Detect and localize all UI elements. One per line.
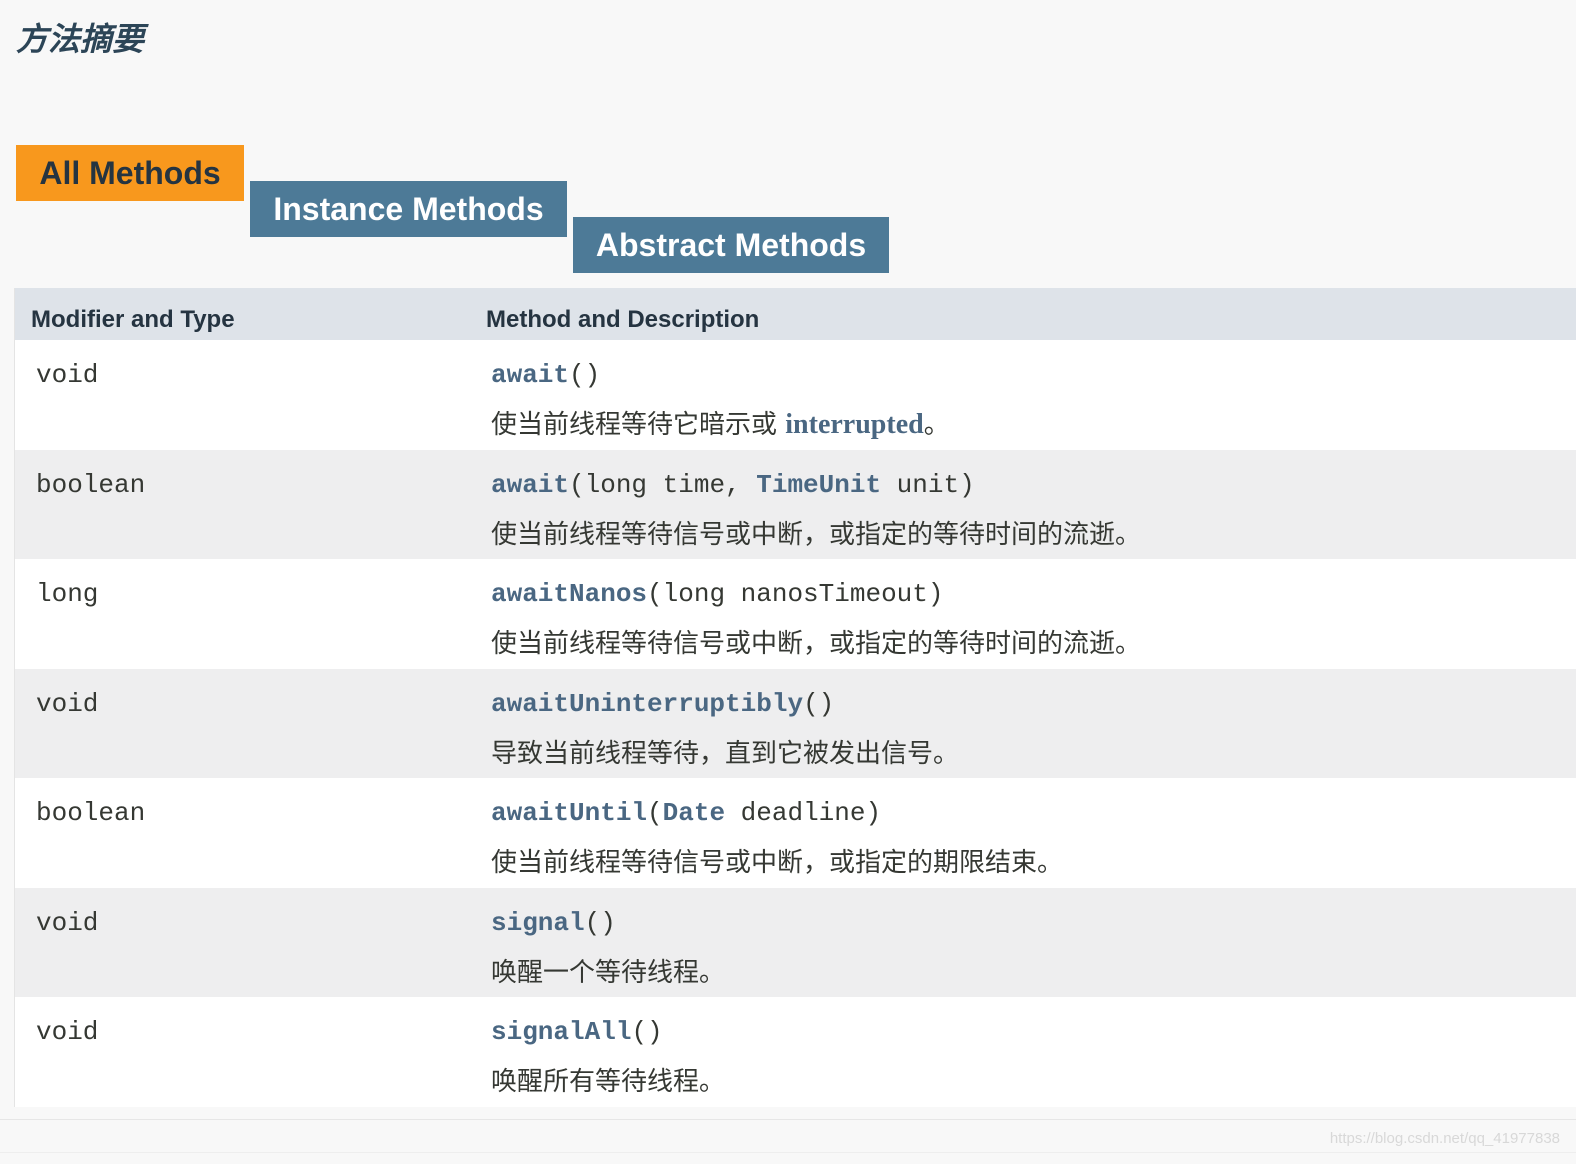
method-description: 使当前线程等待信号或中断，或指定的期限结束。 bbox=[491, 842, 1063, 879]
modifier-type-cell: boolean bbox=[36, 798, 146, 828]
modifier-type-cell: void bbox=[36, 360, 99, 390]
method-description: 导致当前线程等待，直到它被发出信号。 bbox=[491, 733, 959, 770]
watermark: https://blog.csdn.net/qq_41977838 bbox=[1329, 1130, 1560, 1147]
description-text-end: 。 bbox=[923, 410, 950, 440]
method-description: 使当前线程等待信号或中断，或指定的等待时间的流逝。 bbox=[491, 623, 1141, 660]
table-row: long awaitNanos(long nanosTimeout) 使当前线程等待… bbox=[15, 559, 1576, 669]
method-params: () bbox=[803, 688, 835, 719]
param-type-link[interactable]: TimeUnit bbox=[756, 470, 881, 500]
method-link[interactable]: awaitUninterruptibly bbox=[491, 689, 803, 719]
description-text: 导致当前线程等待，直到它被发出信号。 bbox=[491, 738, 960, 769]
modifier-type-cell: long bbox=[36, 579, 99, 609]
column-header-method-description: Method and Description bbox=[486, 306, 760, 333]
method-signature: signal() bbox=[491, 908, 725, 944]
tab-abstract-methods[interactable]: Abstract Methods bbox=[573, 217, 889, 273]
modifier-type-cell: boolean bbox=[36, 469, 146, 500]
method-params-rest: unit) bbox=[881, 469, 975, 500]
table-row: boolean await(long time, TimeUnit unit) 使当… bbox=[15, 449, 1576, 560]
table-row: void signal() 唤醒一个等待线程。 bbox=[15, 887, 1576, 998]
method-description: 唤醒所有等待线程。 bbox=[491, 1061, 725, 1098]
method-link[interactable]: await bbox=[491, 470, 569, 500]
method-params: (long nanosTimeout) bbox=[647, 579, 944, 609]
method-params: ( bbox=[647, 798, 663, 828]
method-description-cell: awaitUninterruptibly() 导致当前线程等待，直到它被发出信号。 bbox=[471, 669, 959, 779]
method-params: () bbox=[631, 1017, 663, 1047]
method-link[interactable]: signalAll bbox=[491, 1017, 631, 1047]
modifier-type-cell: void bbox=[36, 688, 99, 719]
method-description: 唤醒一个等待线程。 bbox=[491, 952, 725, 989]
table-header: Modifier and Type Method and Description bbox=[15, 288, 1576, 340]
table-body: void await() 使当前线程等待它暗示或 interrupted。 boole… bbox=[15, 340, 1576, 1107]
description-text: 使当前线程等待信号或中断，或指定的等待时间的流逝。 bbox=[491, 519, 1142, 550]
footer-divider-bottom bbox=[0, 1152, 1576, 1153]
method-params: (long time, bbox=[569, 469, 757, 500]
modifier-type-cell: void bbox=[36, 907, 99, 938]
method-link[interactable]: await bbox=[491, 360, 569, 390]
table-row: boolean awaitUntil(Date deadline) 使当前线程等待信… bbox=[15, 778, 1576, 888]
footer-divider bbox=[0, 1119, 1576, 1120]
method-description-cell: awaitNanos(long nanosTimeout) 使当前线程等待信号或中… bbox=[471, 559, 1141, 669]
description-text: 使当前线程等待它暗示或 bbox=[491, 410, 786, 440]
description-text: 使当前线程等待信号或中断，或指定的等待时间的流逝。 bbox=[491, 629, 1142, 659]
method-link[interactable]: signal bbox=[491, 908, 585, 938]
method-params-rest: deadline) bbox=[725, 798, 882, 828]
table-row: void await() 使当前线程等待它暗示或 interrupted。 bbox=[15, 340, 1576, 450]
modifier-type-cell: void bbox=[36, 1017, 99, 1047]
method-description: 使当前线程等待信号或中断，或指定的等待时间的流逝。 bbox=[491, 514, 1141, 551]
method-link[interactable]: awaitUntil bbox=[491, 798, 647, 828]
method-signature: await() bbox=[491, 360, 950, 396]
method-link[interactable]: awaitNanos bbox=[491, 579, 647, 609]
method-description-cell: await() 使当前线程等待它暗示或 interrupted。 bbox=[471, 340, 950, 450]
method-description-cell: await(long time, TimeUnit unit) 使当前线程等待信号… bbox=[471, 450, 1141, 560]
method-params: () bbox=[584, 907, 616, 938]
description-text: 唤醒一个等待线程。 bbox=[491, 957, 726, 988]
method-description-cell: signal() 唤醒一个等待线程。 bbox=[471, 888, 725, 998]
tab-instance-methods[interactable]: Instance Methods bbox=[250, 181, 567, 237]
method-signature: awaitUntil(Date deadline) bbox=[491, 798, 1063, 834]
table-row: void signalAll() 唤醒所有等待线程。 bbox=[15, 997, 1576, 1107]
description-link[interactable]: interrupted bbox=[785, 409, 923, 440]
method-summary-table: Modifier and Type Method and Description… bbox=[14, 288, 1576, 1107]
method-signature: awaitUninterruptibly() bbox=[491, 689, 959, 725]
method-params: () bbox=[569, 360, 601, 390]
method-signature: awaitNanos(long nanosTimeout) bbox=[491, 579, 1141, 615]
method-description-cell: signalAll() 唤醒所有等待线程。 bbox=[471, 997, 725, 1107]
page-title: 方法摘要 bbox=[16, 20, 145, 58]
column-header-modifier-type: Modifier and Type bbox=[31, 306, 235, 333]
tab-all-methods[interactable]: All Methods bbox=[16, 145, 244, 201]
table-row: void awaitUninterruptibly() 导致当前线程等待，直到它被发… bbox=[15, 668, 1576, 779]
method-signature: signalAll() bbox=[491, 1017, 725, 1053]
description-text: 使当前线程等待信号或中断，或指定的期限结束。 bbox=[491, 848, 1064, 878]
method-signature: await(long time, TimeUnit unit) bbox=[491, 470, 1141, 506]
method-description-cell: awaitUntil(Date deadline) 使当前线程等待信号或中断，或指… bbox=[471, 778, 1063, 888]
description-text: 唤醒所有等待线程。 bbox=[491, 1067, 726, 1097]
param-type-link[interactable]: Date bbox=[663, 798, 725, 828]
method-description: 使当前线程等待它暗示或 interrupted。 bbox=[491, 404, 950, 441]
